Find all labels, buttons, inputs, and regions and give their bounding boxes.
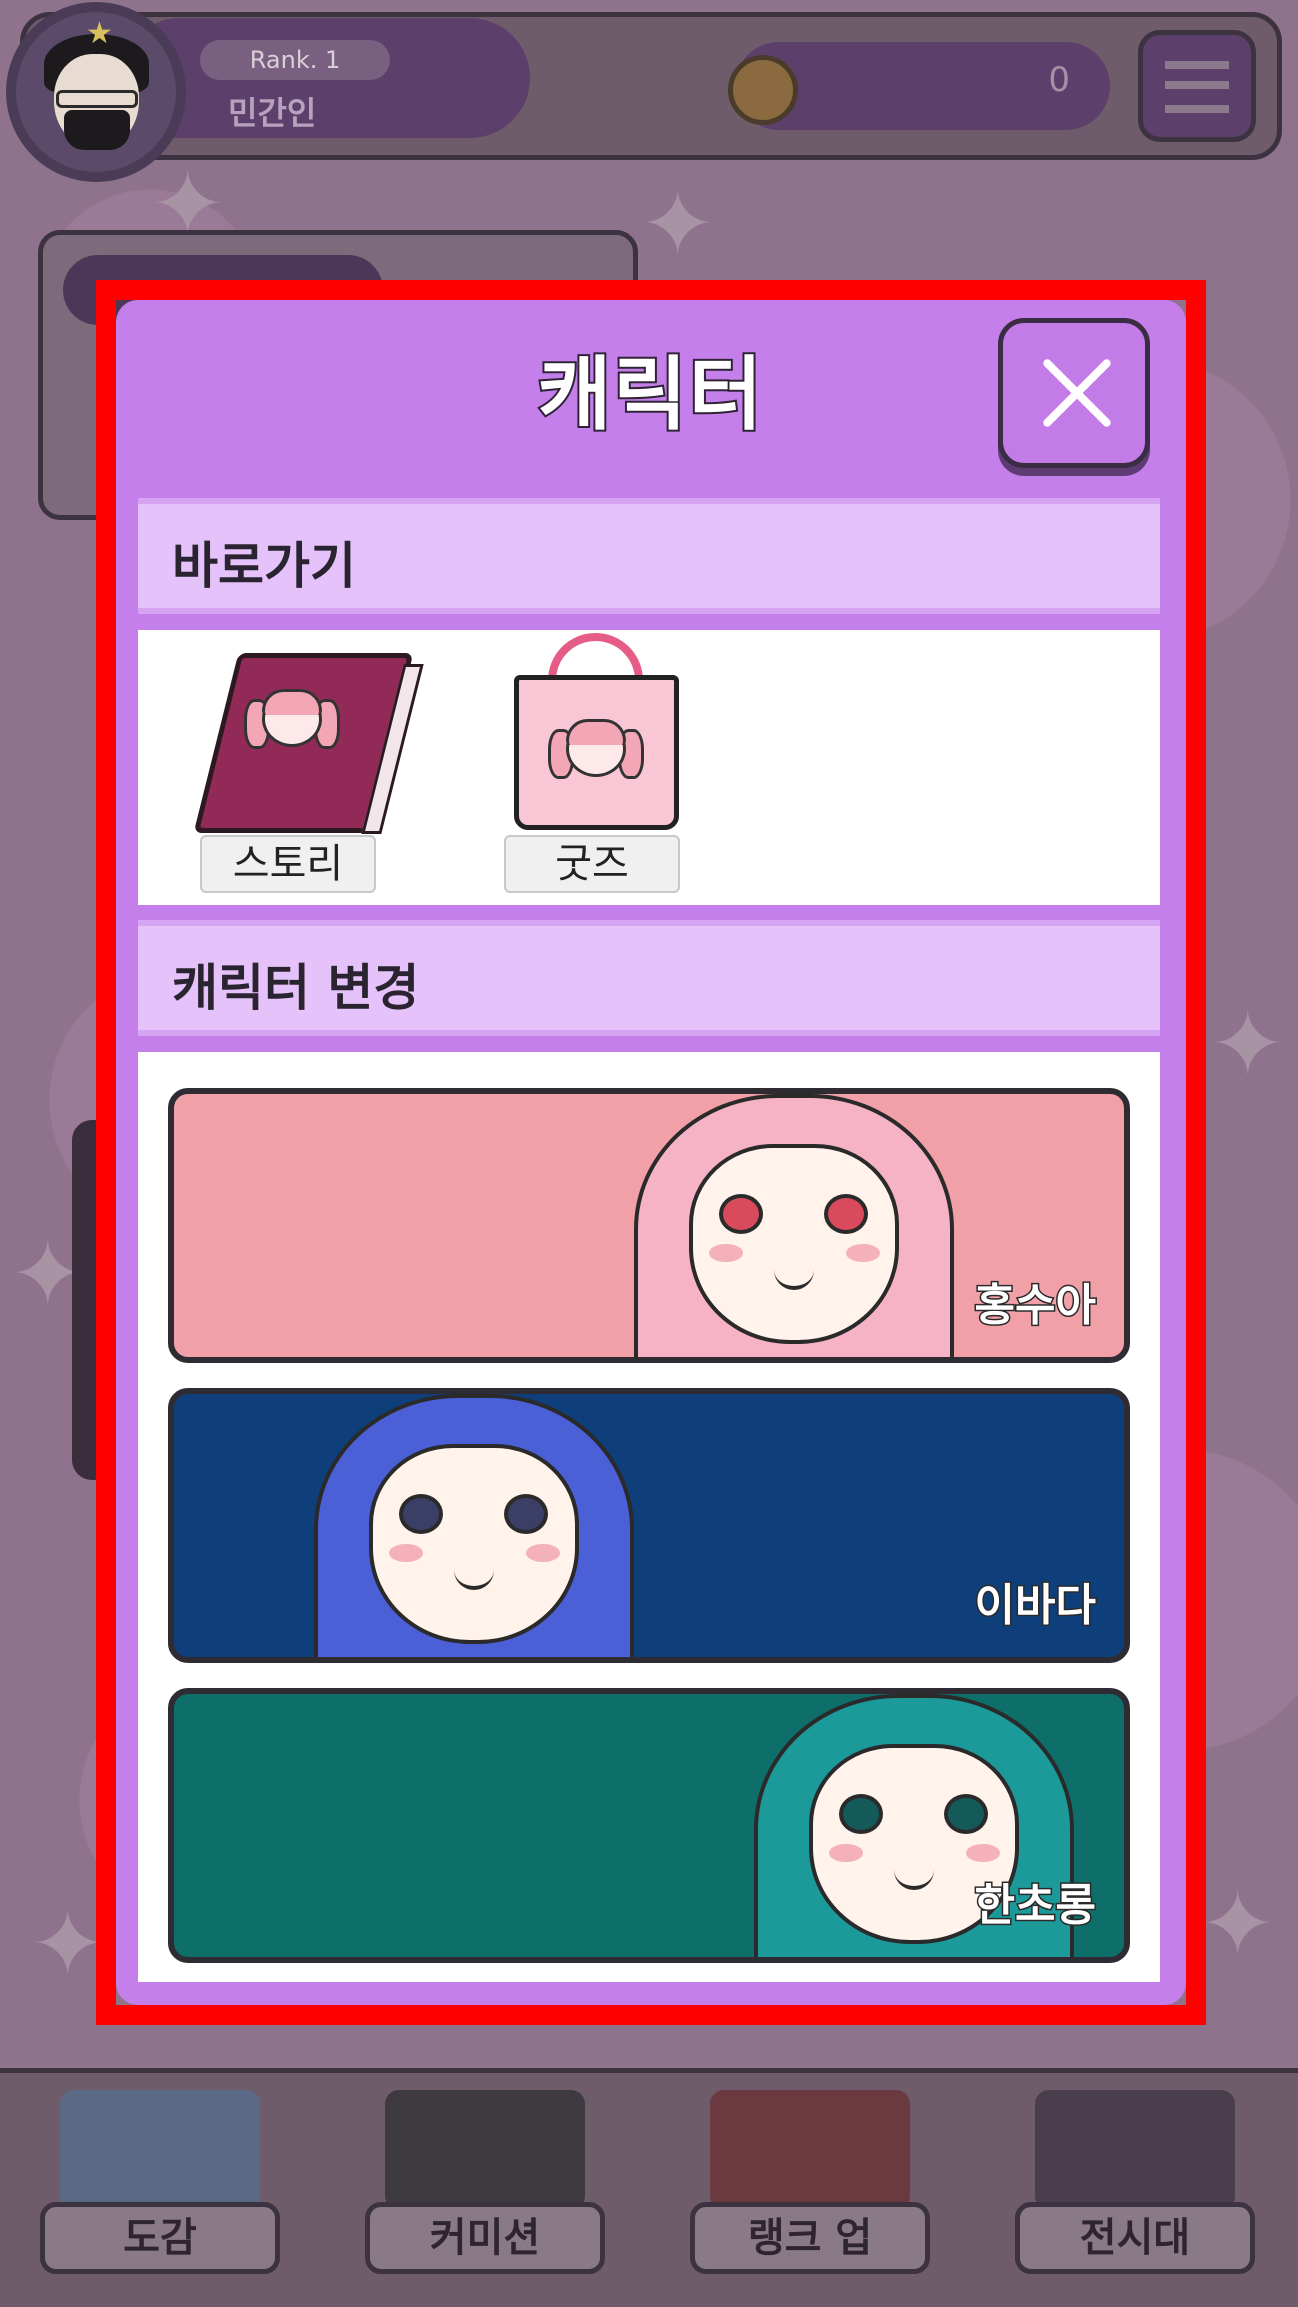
nav-rank-up[interactable]: 랭크 업 — [670, 2090, 940, 2300]
character-modal: 캐릭터 바로가기 스토리 굿즈 캐릭터 변경 홍수아 이바다 한초롱 — [116, 300, 1186, 2005]
nav-commission[interactable]: 커미션 — [345, 2090, 615, 2300]
chibi-bangs — [262, 689, 322, 715]
portrait-eye — [719, 1194, 763, 1234]
sparkle-decoration: ✦ — [30, 1892, 106, 1997]
avatar-mask — [64, 110, 130, 150]
character-card-hongsua[interactable]: 홍수아 — [168, 1088, 1130, 1363]
shortcuts-header-label: 바로가기 — [172, 537, 356, 595]
open-book-icon — [60, 2090, 260, 2210]
chibi-face-icon — [548, 715, 644, 795]
character-card-hanchorong[interactable]: 한초롱 — [168, 1688, 1130, 1963]
rank-title: 민간인 — [228, 94, 317, 132]
portrait-blush — [709, 1244, 743, 1262]
coin-value: 0 — [1048, 60, 1070, 100]
character-portrait — [294, 1394, 654, 1657]
shortcut-goods-label: 굿즈 — [504, 835, 680, 893]
rank-up-arrow-icon — [710, 2090, 910, 2210]
nav-encyclopedia[interactable]: 도감 — [20, 2090, 290, 2300]
nav-encyclopedia-label: 도감 — [40, 2202, 280, 2274]
shortcut-goods[interactable]: 굿즈 — [476, 633, 680, 895]
sparkle-decoration: ✦ — [640, 172, 716, 277]
shortcut-story-label: 스토리 — [200, 835, 376, 893]
star-icon: ★ — [86, 16, 113, 51]
shortcut-story[interactable]: 스토리 — [176, 635, 424, 895]
nav-display[interactable]: 전시대 — [995, 2090, 1265, 2300]
portrait-blush — [526, 1544, 560, 1562]
nav-rank-up-label: 랭크 업 — [690, 2202, 930, 2274]
chibi-bangs — [566, 719, 626, 745]
rank-label: Rank. 1 — [200, 40, 390, 80]
character-portrait — [614, 1094, 974, 1357]
menu-button[interactable] — [1138, 30, 1256, 142]
portrait-eye — [824, 1194, 868, 1234]
chibi-face-icon — [244, 685, 340, 765]
sparkle-decoration: ✦ — [1200, 1872, 1276, 1977]
portrait-eye — [504, 1494, 548, 1534]
avatar-glasses — [56, 90, 138, 108]
character-name: 한초롱 — [973, 1879, 1097, 1933]
portrait-blush — [966, 1844, 1000, 1862]
portrait-blush — [846, 1244, 880, 1262]
portrait-blush — [389, 1544, 423, 1562]
nav-display-label: 전시대 — [1015, 2202, 1255, 2274]
coin-icon — [728, 55, 798, 125]
display-case-icon — [1035, 2090, 1235, 2210]
shortcuts-header: 바로가기 — [138, 498, 1160, 614]
nav-commission-label: 커미션 — [365, 2202, 605, 2274]
portrait-eye — [944, 1794, 988, 1834]
portrait-eye — [399, 1494, 443, 1534]
list-menu-icon — [1165, 61, 1229, 113]
player-avatar[interactable]: ★ — [6, 2, 186, 182]
close-button[interactable] — [998, 318, 1150, 468]
portrait-eye — [839, 1794, 883, 1834]
character-name: 홍수아 — [973, 1279, 1097, 1333]
portrait-blush — [829, 1844, 863, 1862]
change-character-header: 캐릭터 변경 — [138, 920, 1160, 1036]
sparkle-decoration: ✦ — [1210, 992, 1286, 1097]
character-name: 이바다 — [973, 1579, 1097, 1633]
change-character-header-label: 캐릭터 변경 — [172, 959, 420, 1017]
character-card-ibada[interactable]: 이바다 — [168, 1388, 1130, 1663]
drawing-tablet-icon — [385, 2090, 585, 2210]
